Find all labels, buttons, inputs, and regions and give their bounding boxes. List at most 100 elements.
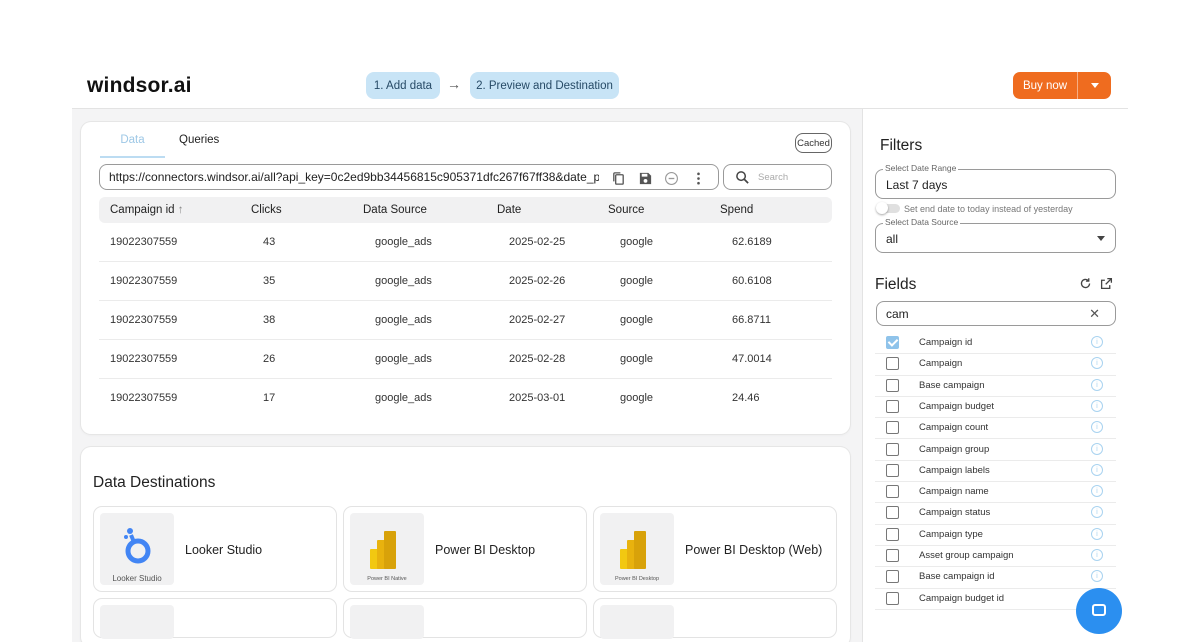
end-date-toggle[interactable] bbox=[876, 202, 900, 214]
cell-data-source: google_ads bbox=[375, 392, 432, 404]
destination-card[interactable] bbox=[343, 598, 587, 639]
field-item[interactable]: Base campaign i bbox=[875, 376, 1116, 397]
chat-support-button[interactable] bbox=[1076, 588, 1122, 634]
step-add-data[interactable]: 1. Add data bbox=[366, 72, 440, 99]
info-icon[interactable]: i bbox=[1091, 357, 1103, 370]
data-source-label: Select Data Source bbox=[883, 217, 961, 227]
field-checkbox[interactable] bbox=[886, 527, 899, 541]
cell-source: google bbox=[620, 392, 654, 404]
field-checkbox[interactable] bbox=[886, 506, 899, 520]
info-icon[interactable]: i bbox=[1091, 442, 1103, 455]
destination-name: Power BI Desktop bbox=[435, 543, 536, 557]
field-checkbox[interactable] bbox=[886, 421, 899, 435]
field-item[interactable]: Campaign count i bbox=[875, 418, 1116, 440]
buy-now-dropdown-toggle[interactable] bbox=[1077, 72, 1111, 99]
open-external-icon[interactable] bbox=[1099, 276, 1113, 290]
destination-card[interactable] bbox=[593, 598, 837, 639]
more-vertical-icon[interactable] bbox=[690, 170, 706, 186]
info-icon[interactable]: i bbox=[1091, 527, 1103, 540]
column-spend[interactable]: Spend bbox=[720, 204, 753, 216]
field-checkbox[interactable] bbox=[886, 357, 899, 371]
info-icon[interactable]: i bbox=[1091, 506, 1103, 519]
step-arrow: → bbox=[447, 76, 461, 92]
field-item[interactable]: Campaign group i bbox=[875, 440, 1116, 461]
field-label: Campaign budget bbox=[919, 400, 994, 412]
sort-arrow-icon[interactable]: ↑ bbox=[178, 204, 184, 216]
column-clicks[interactable]: Clicks bbox=[251, 204, 282, 216]
field-label: Campaign name bbox=[919, 486, 989, 498]
field-checkbox[interactable] bbox=[886, 549, 899, 562]
field-item[interactable]: Campaign status i bbox=[875, 503, 1116, 525]
cell-campaign-id: 19022307559 bbox=[110, 392, 178, 404]
date-range-value: Last 7 days bbox=[886, 178, 948, 192]
power-bi-logo: Power BI Native bbox=[350, 513, 424, 585]
toggle-knob bbox=[876, 202, 888, 214]
api-url-text[interactable]: https://connectors.windsor.ai/all?api_ke… bbox=[109, 170, 599, 184]
field-item[interactable]: Campaign type i bbox=[875, 525, 1116, 546]
field-checkbox[interactable] bbox=[886, 485, 899, 499]
column-source[interactable]: Source bbox=[608, 204, 644, 216]
cell-clicks: 17 bbox=[263, 392, 276, 404]
data-source-select[interactable]: Select Data Source all bbox=[875, 217, 1116, 253]
column-data-source[interactable]: Data Source bbox=[363, 204, 427, 216]
cached-badge[interactable]: Cached bbox=[795, 133, 832, 153]
date-range-label: Select Date Range bbox=[883, 163, 959, 173]
cell-date: 2025-03-01 bbox=[509, 392, 566, 404]
close-icon[interactable]: ✕ bbox=[1089, 306, 1100, 322]
field-label: Campaign count bbox=[919, 422, 989, 434]
search-placeholder: Search bbox=[758, 172, 789, 183]
field-checkbox[interactable] bbox=[886, 570, 899, 584]
tab-data[interactable]: Data bbox=[100, 134, 165, 146]
looker-studio-caption: Looker Studio bbox=[112, 574, 162, 583]
table-search-input[interactable]: Search bbox=[723, 164, 832, 190]
cell-spend: 24.46 bbox=[732, 392, 760, 404]
field-item[interactable]: Campaign budget i bbox=[875, 397, 1116, 419]
info-icon[interactable]: i bbox=[1091, 463, 1103, 476]
buy-now-button-group[interactable]: Buy now bbox=[1013, 72, 1111, 99]
field-label: Campaign group bbox=[919, 443, 990, 455]
destination-looker-studio[interactable]: Looker Studio Looker Studio bbox=[93, 506, 337, 592]
field-checkbox[interactable] bbox=[886, 378, 899, 392]
fields-search-input[interactable]: cam ✕ bbox=[876, 301, 1116, 326]
field-item[interactable]: Asset group campaign i bbox=[875, 546, 1116, 568]
field-item[interactable]: Campaign id i bbox=[875, 333, 1116, 355]
destination-name: Power BI Desktop (Web) bbox=[685, 543, 823, 557]
cell-spend: 60.6108 bbox=[732, 275, 772, 287]
field-checkbox[interactable] bbox=[886, 463, 899, 477]
field-item[interactable]: Campaign name i bbox=[875, 482, 1116, 504]
column-campaign-id[interactable]: Campaign id ↑ bbox=[110, 204, 184, 216]
api-url-field[interactable]: https://connectors.windsor.ai/all?api_ke… bbox=[99, 164, 719, 190]
copy-icon[interactable] bbox=[610, 170, 626, 186]
field-checkbox[interactable] bbox=[886, 399, 899, 413]
column-date[interactable]: Date bbox=[497, 204, 521, 216]
field-item[interactable]: Base campaign id i bbox=[875, 567, 1116, 589]
buy-now-button[interactable]: Buy now bbox=[1013, 72, 1077, 99]
cell-spend: 47.0014 bbox=[732, 353, 772, 365]
step-preview-destination[interactable]: 2. Preview and Destination bbox=[470, 72, 619, 99]
data-source-value: all bbox=[886, 232, 899, 246]
chevron-down-icon[interactable] bbox=[1097, 236, 1105, 241]
save-icon[interactable] bbox=[637, 170, 653, 186]
info-icon[interactable]: i bbox=[1091, 378, 1103, 391]
field-checkbox[interactable] bbox=[886, 591, 899, 605]
info-icon[interactable]: i bbox=[1091, 485, 1103, 498]
info-icon[interactable]: i bbox=[1091, 399, 1103, 412]
field-item[interactable]: Campaign labels i bbox=[875, 461, 1116, 483]
info-icon[interactable]: i bbox=[1091, 549, 1103, 561]
destination-power-bi-web[interactable]: Power BI Desktop Power BI Desktop (Web) bbox=[593, 506, 837, 592]
refresh-icon[interactable] bbox=[1078, 276, 1092, 290]
field-checkbox[interactable] bbox=[886, 442, 899, 456]
field-item[interactable]: Campaign i bbox=[875, 354, 1116, 376]
info-icon[interactable]: i bbox=[1091, 570, 1103, 583]
looker-studio-icon bbox=[124, 528, 151, 564]
destination-card[interactable] bbox=[93, 598, 337, 639]
field-checkbox[interactable] bbox=[886, 336, 899, 349]
info-icon[interactable]: i bbox=[1091, 421, 1103, 434]
destination-power-bi-desktop[interactable]: Power BI Native Power BI Desktop bbox=[343, 506, 587, 592]
field-label: Campaign id bbox=[919, 337, 973, 348]
windsor-logo[interactable]: windsor.ai bbox=[87, 74, 192, 98]
date-range-select[interactable]: Select Date Range Last 7 days bbox=[875, 163, 1116, 199]
tab-queries[interactable]: Queries bbox=[179, 134, 219, 146]
info-icon[interactable]: i bbox=[1091, 336, 1103, 348]
minus-circle-icon[interactable] bbox=[663, 170, 679, 186]
